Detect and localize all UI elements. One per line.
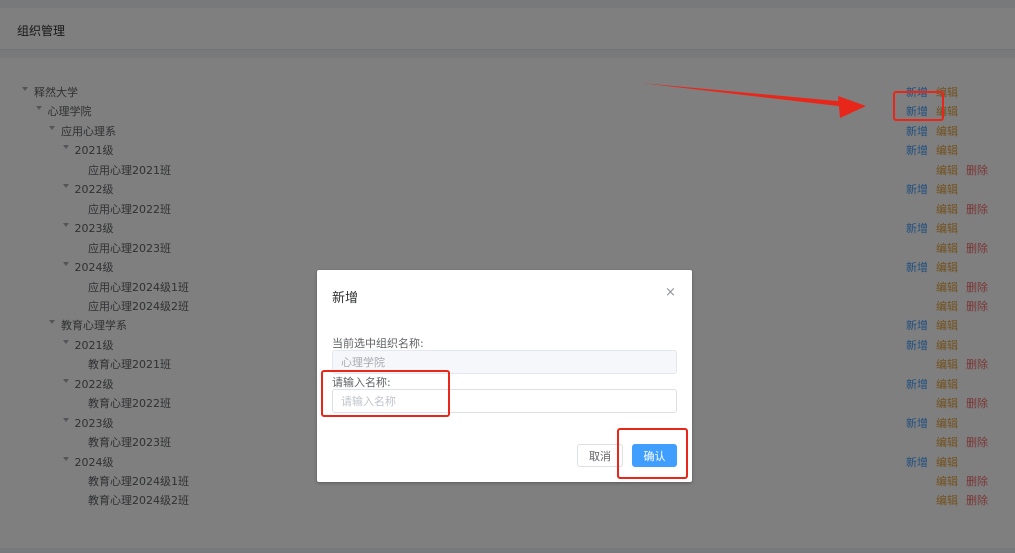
current-org-field: [332, 350, 677, 374]
name-input[interactable]: [332, 389, 677, 413]
current-org-label: 当前选中组织名称:: [332, 337, 424, 350]
dialog-title: 新增: [332, 291, 359, 306]
confirm-button[interactable]: 确认: [632, 444, 677, 467]
add-org-dialog: 新增 × 当前选中组织名称: 请输入名称: 取消 确认: [317, 270, 692, 482]
cancel-button[interactable]: 取消: [577, 444, 623, 467]
close-icon[interactable]: ×: [665, 286, 676, 299]
name-label: 请输入名称:: [332, 376, 391, 389]
